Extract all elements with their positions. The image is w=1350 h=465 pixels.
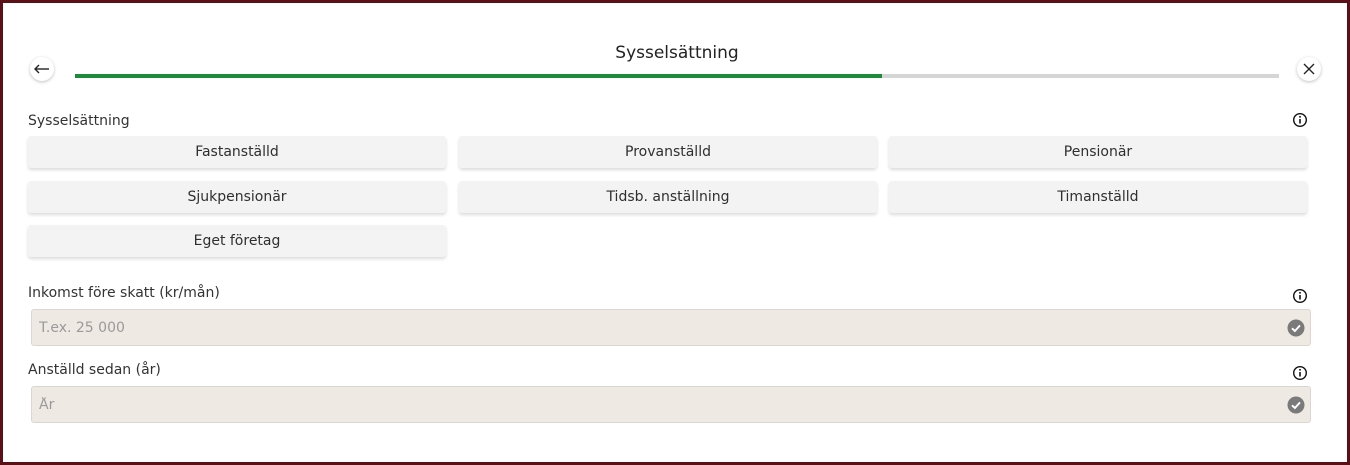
progress-bar [75,74,1279,78]
employment-label: Sysselsättning [28,113,130,129]
option-pensionar[interactable]: Pensionär [889,136,1307,168]
option-eget-foretag[interactable]: Eget företag [28,225,446,257]
progress-bar-fill [75,74,882,78]
arrow-left-icon [34,64,49,74]
page-title: Sysselsättning [615,43,739,63]
option-provanstalld[interactable]: Provanställd [459,136,877,168]
info-icon[interactable] [1292,365,1308,381]
back-button[interactable] [30,57,54,81]
header: Sysselsättning [3,3,1347,93]
employed-since-label: Anställd sedan (år) [28,362,161,378]
info-icon[interactable] [1292,112,1308,128]
option-sjukpensionar[interactable]: Sjukpensionär [28,181,446,213]
income-field [31,309,1311,346]
close-icon [1303,63,1315,75]
income-input[interactable] [32,310,1272,345]
option-tidsb-anstallning[interactable]: Tidsb. anställning [459,181,877,213]
option-fastanstalld[interactable]: Fastanställd [28,136,446,168]
check-circle-icon [1287,396,1305,414]
option-timanstalld[interactable]: Timanställd [889,181,1307,213]
employed-since-input[interactable] [32,387,1272,422]
employed-since-field [31,386,1311,423]
dialog-frame: Sysselsättning Sysselsättning Fastanstäl… [0,0,1350,465]
close-button[interactable] [1297,57,1321,81]
check-circle-icon [1287,319,1305,337]
info-icon[interactable] [1292,288,1308,304]
income-label: Inkomst före skatt (kr/mån) [28,285,220,301]
